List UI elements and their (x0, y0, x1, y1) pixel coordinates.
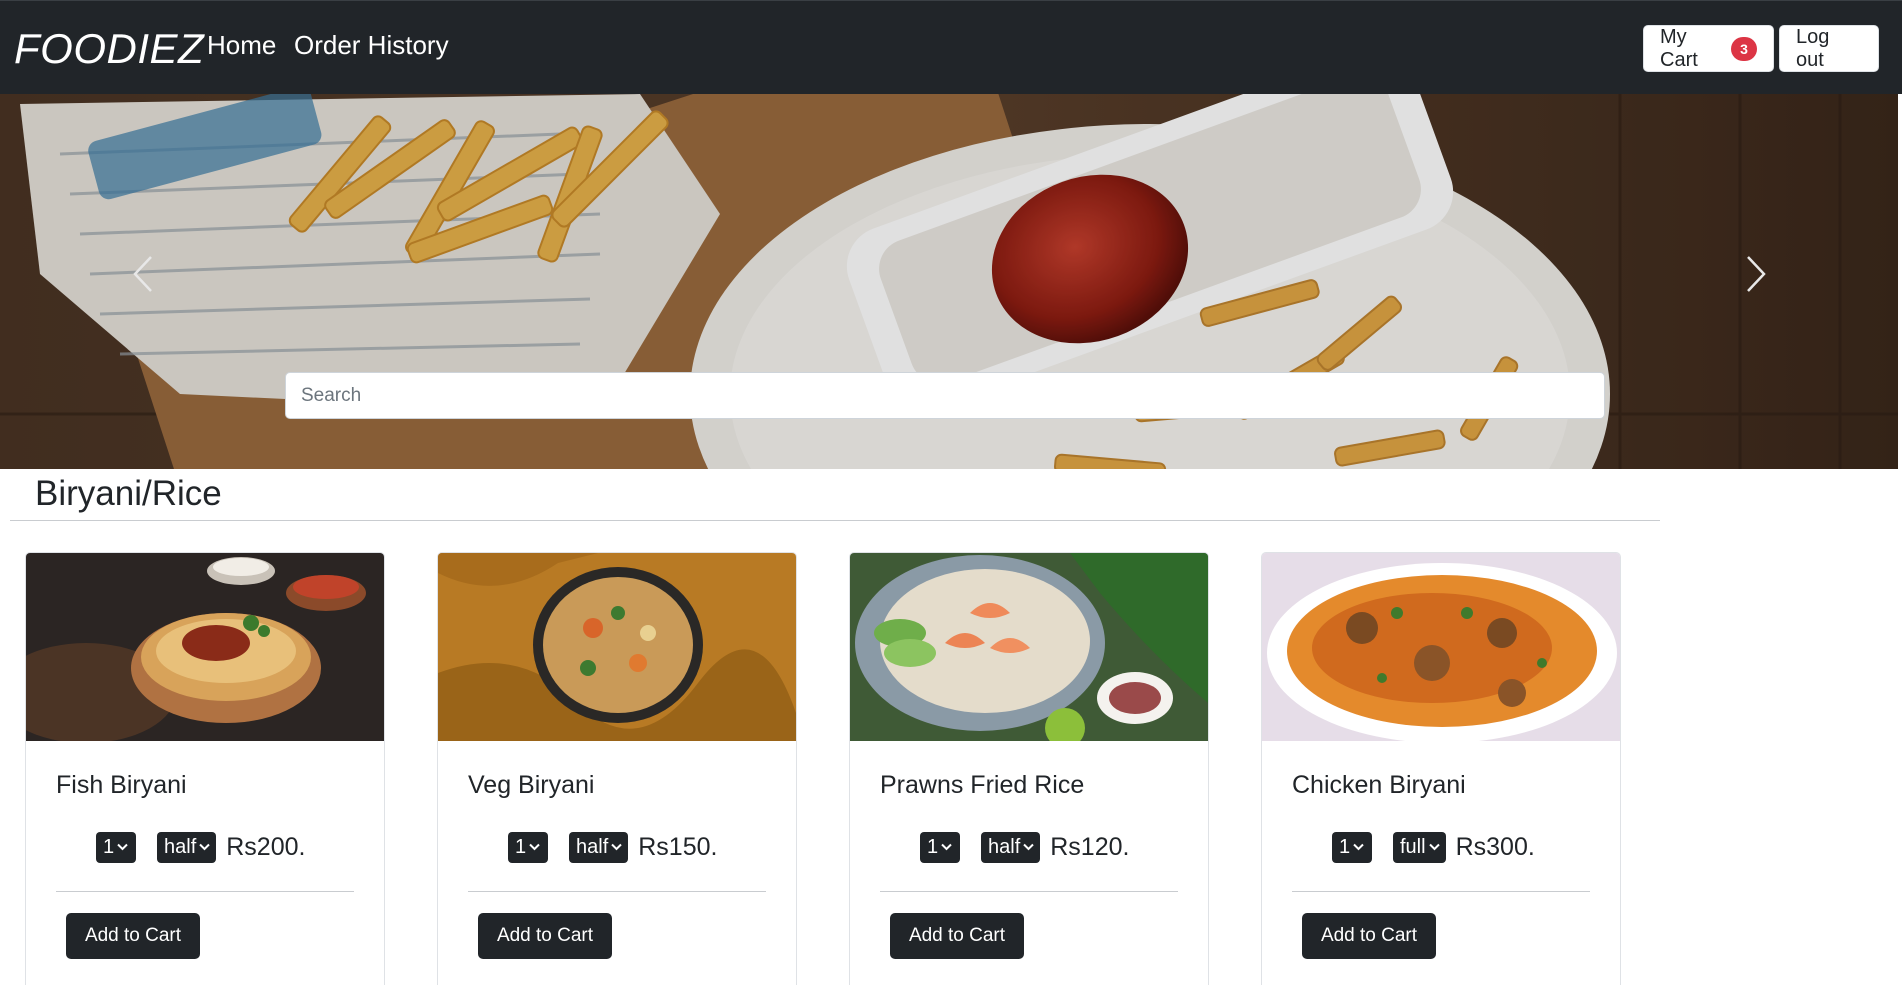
size-value: half (988, 835, 1021, 858)
size-select[interactable]: half (157, 831, 217, 863)
food-name: Chicken Biryani (1292, 771, 1466, 799)
quantity-select[interactable]: 1 (96, 831, 136, 863)
food-options: 1 half Rs150. (508, 831, 717, 863)
hero-carousel (0, 94, 1898, 469)
quantity-select[interactable]: 1 (1332, 831, 1372, 863)
food-card: Veg Biryani 1 half Rs150. Add to Cart (437, 552, 797, 985)
food-price: Rs200. (226, 832, 306, 861)
food-price: Rs120. (1050, 832, 1130, 861)
chevron-down-icon (117, 843, 128, 851)
cart-count-badge: 3 (1731, 36, 1757, 61)
size-select[interactable]: half (569, 831, 629, 863)
chevron-down-icon (1353, 843, 1364, 851)
food-name: Prawns Fried Rice (880, 771, 1085, 799)
add-to-cart-button[interactable]: Add to Cart (478, 913, 612, 959)
card-divider (468, 891, 766, 892)
food-image-veg-biryani (438, 553, 796, 741)
chevron-down-icon (199, 843, 210, 851)
food-options: 1 full Rs300. (1332, 831, 1535, 863)
chevron-down-icon (611, 843, 622, 851)
carousel-next-button[interactable] (1726, 234, 1786, 314)
card-divider (880, 891, 1178, 892)
card-divider (1292, 891, 1590, 892)
size-value: half (576, 835, 609, 858)
chevron-right-icon (1747, 256, 1766, 292)
food-price: Rs150. (638, 832, 718, 861)
brand-logo[interactable]: FOODIEZ (14, 25, 204, 73)
food-card: Fish Biryani 1 half Rs200. Add to Cart (25, 552, 385, 985)
my-cart-button[interactable]: My Cart 3 (1643, 25, 1774, 72)
chevron-left-icon (133, 256, 152, 292)
food-image-chicken-biryani (1262, 553, 1620, 741)
category-title: Biryani/Rice (35, 474, 222, 513)
food-options: 1 half Rs120. (920, 831, 1129, 863)
quantity-value: 1 (1339, 835, 1351, 858)
chevron-down-icon (1023, 843, 1034, 851)
food-image-fish-biryani (26, 553, 384, 741)
size-value: full (1400, 835, 1426, 858)
search-input[interactable] (285, 372, 1605, 419)
quantity-select[interactable]: 1 (508, 831, 548, 863)
add-to-cart-button[interactable]: Add to Cart (66, 913, 200, 959)
food-name: Fish Biryani (56, 771, 187, 799)
carousel-prev-button[interactable] (113, 234, 173, 314)
food-card: Prawns Fried Rice 1 half Rs120. Add to C… (849, 552, 1209, 985)
nav-link-home[interactable]: Home (207, 30, 276, 61)
size-select[interactable]: half (981, 831, 1041, 863)
chevron-down-icon (1428, 843, 1440, 851)
quantity-select[interactable]: 1 (920, 831, 960, 863)
category-divider (10, 520, 1660, 521)
food-card: Chicken Biryani 1 full Rs300. Add to Car… (1261, 552, 1621, 985)
quantity-value: 1 (103, 835, 115, 858)
card-divider (56, 891, 354, 892)
size-select[interactable]: full (1393, 831, 1446, 863)
chevron-down-icon (941, 843, 952, 851)
quantity-value: 1 (927, 835, 939, 858)
food-price: Rs300. (1455, 832, 1535, 861)
food-name: Veg Biryani (468, 771, 595, 799)
my-cart-label: My Cart (1660, 25, 1698, 71)
logout-button[interactable]: Log out (1779, 25, 1879, 72)
quantity-value: 1 (515, 835, 527, 858)
add-to-cart-button[interactable]: Add to Cart (890, 913, 1024, 959)
add-to-cart-button[interactable]: Add to Cart (1302, 913, 1436, 959)
food-options: 1 half Rs200. (96, 831, 305, 863)
food-image-prawns-fried-rice (850, 553, 1208, 741)
nav-link-order-history[interactable]: Order History (294, 30, 449, 61)
size-value: half (164, 835, 197, 858)
navbar: FOODIEZ Home Order History My Cart 3 Log … (0, 0, 1902, 94)
chevron-down-icon (529, 843, 540, 851)
